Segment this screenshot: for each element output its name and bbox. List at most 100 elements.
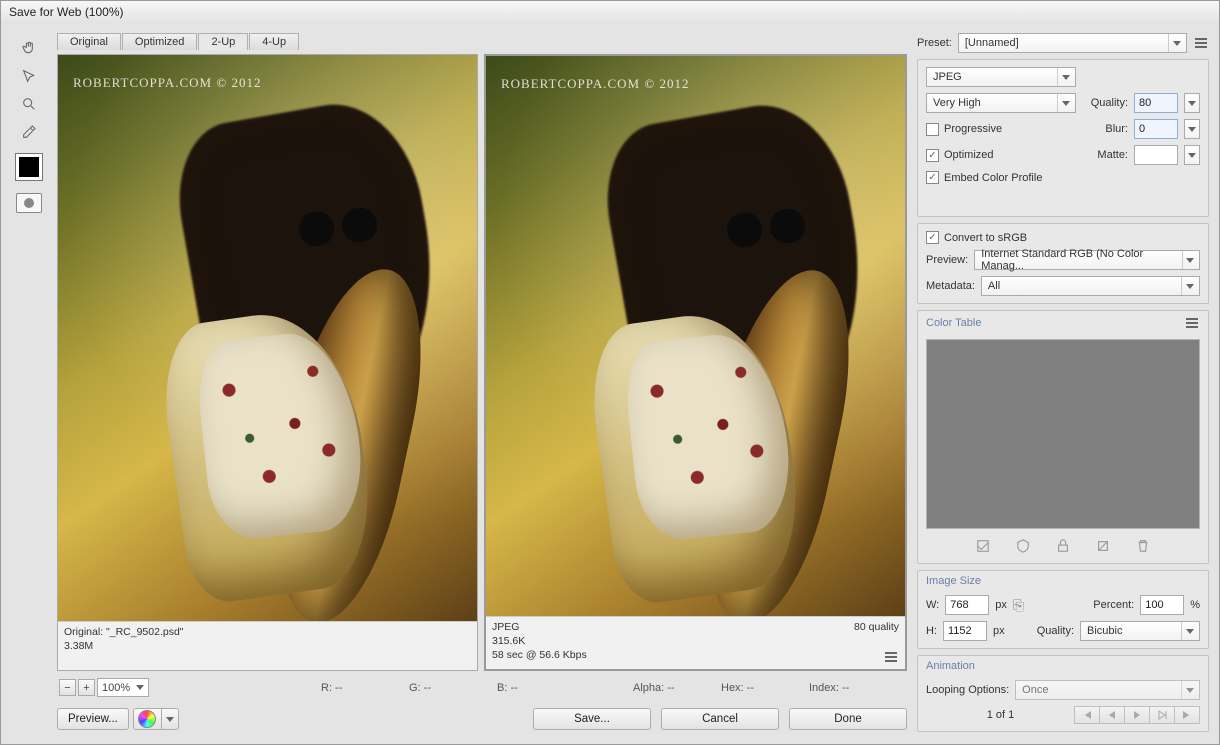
eyedropper-color-swatch[interactable] <box>15 153 43 181</box>
animation-nav <box>1075 706 1200 724</box>
save-for-web-dialog: Save for Web (100%) Original Optimized 2… <box>0 0 1220 745</box>
snap-web-icon[interactable] <box>976 539 990 556</box>
looping-dropdown[interactable]: Once <box>1015 680 1200 700</box>
matte-dropdown[interactable] <box>1184 145 1200 165</box>
preset-label: Preset: <box>917 37 952 49</box>
blur-input[interactable]: 0 <box>1134 119 1178 139</box>
matte-swatch[interactable] <box>1134 145 1178 165</box>
eyedropper-tool[interactable] <box>16 121 42 143</box>
preset-dropdown[interactable]: [Unnamed] <box>958 33 1187 53</box>
tab-original[interactable]: Original <box>57 33 121 50</box>
browser-select-dropdown[interactable] <box>161 708 179 730</box>
preview-dropdown[interactable]: Internet Standard RGB (No Color Manag... <box>974 250 1200 270</box>
color-table[interactable] <box>926 339 1200 529</box>
first-frame-button[interactable] <box>1074 706 1100 724</box>
looping-value: Once <box>1022 684 1048 696</box>
optimized-filesize: 315.6K <box>492 635 899 647</box>
play-button[interactable] <box>1124 706 1150 724</box>
progressive-checkbox[interactable]: Progressive <box>926 123 1002 136</box>
compression-quality-value: Very High <box>933 97 981 109</box>
height-input[interactable]: 1152 <box>943 621 987 641</box>
optimized-checkbox[interactable]: ✓Optimized <box>926 149 994 162</box>
width-unit: px <box>995 599 1007 611</box>
view-tabs: Original Optimized 2-Up 4-Up <box>57 33 907 50</box>
convert-srgb-checkbox[interactable]: ✓Convert to sRGB <box>926 231 1200 244</box>
tool-strip <box>11 33 47 734</box>
prev-frame-button[interactable] <box>1099 706 1125 724</box>
percent-unit: % <box>1190 599 1200 611</box>
preview-in-browser-button[interactable]: Preview... <box>57 708 129 730</box>
resample-quality-label: Quality: <box>1037 625 1074 637</box>
optimized-image[interactable]: ROBERTCOPPA.COM © 2012 <box>486 56 905 616</box>
quality-input[interactable]: 80 <box>1134 93 1178 113</box>
lock-color-icon[interactable] <box>1016 539 1030 556</box>
compression-quality-dropdown[interactable]: Very High <box>926 93 1076 113</box>
original-info: Original: "_RC_9502.psd" 3.38M <box>58 621 477 670</box>
delete-color-icon[interactable] <box>1136 539 1150 556</box>
zoom-in-button[interactable]: + <box>78 679 95 696</box>
new-color-icon[interactable] <box>1096 539 1110 556</box>
frame-counter: 1 of 1 <box>926 709 1075 721</box>
metadata-dropdown[interactable]: All <box>981 276 1200 296</box>
resample-value: Bicubic <box>1087 625 1122 637</box>
blur-stepper[interactable] <box>1184 119 1200 139</box>
slice-select-tool[interactable] <box>16 65 42 87</box>
status-alpha: Alpha: -- <box>633 682 703 694</box>
percent-input[interactable]: 100 <box>1140 595 1184 615</box>
height-label: H: <box>926 625 937 637</box>
tab-2up[interactable]: 2-Up <box>198 33 248 50</box>
tab-optimized[interactable]: Optimized <box>122 33 198 50</box>
file-format-dropdown[interactable]: JPEG <box>926 67 1076 87</box>
hand-tool[interactable] <box>16 37 42 59</box>
zoom-level-dropdown[interactable]: 100% <box>97 678 149 697</box>
optimized-label: Optimized <box>944 149 994 161</box>
status-b: B: -- <box>497 682 567 694</box>
cancel-button[interactable]: Cancel <box>661 708 779 730</box>
image-size-title: Image Size <box>926 575 981 587</box>
client-area: Original Optimized 2-Up 4-Up ROBERTCOPPA… <box>1 23 1219 744</box>
optimized-format: JPEG <box>492 621 519 633</box>
zoom-value: 100% <box>102 682 130 694</box>
next-frame-button[interactable] <box>1149 706 1175 724</box>
add-color-icon[interactable] <box>1056 539 1070 556</box>
optimized-info: JPEG 80 quality 315.6K 58 sec @ 56.6 Kbp… <box>486 616 905 669</box>
optimized-quality-readout: 80 quality <box>854 621 899 633</box>
quality-label: Quality: <box>1091 97 1128 109</box>
original-pane: ROBERTCOPPA.COM © 2012 Original: "_RC_95… <box>57 54 478 671</box>
original-filename: Original: "_RC_9502.psd" <box>64 626 471 638</box>
embed-color-profile-checkbox[interactable]: ✓Embed Color Profile <box>926 171 1042 184</box>
height-unit: px <box>993 625 1005 637</box>
toggle-slices-visibility[interactable] <box>16 193 42 213</box>
quality-stepper[interactable] <box>1184 93 1200 113</box>
optimized-download-time: 58 sec @ 56.6 Kbps <box>492 649 587 665</box>
zoom-out-button[interactable]: − <box>59 679 76 696</box>
width-label: W: <box>926 599 939 611</box>
status-bar: − + 100% R: -- G: -- B: -- Alpha: -- Hex… <box>57 675 907 700</box>
optimized-pane: ROBERTCOPPA.COM © 2012 JPEG 80 quality 3… <box>484 54 907 671</box>
file-format-value: JPEG <box>933 71 962 83</box>
footer-bar: Preview... Save... Cancel Done <box>57 704 907 734</box>
preview-stage: ROBERTCOPPA.COM © 2012 Original: "_RC_95… <box>57 54 907 671</box>
browser-icon[interactable] <box>133 708 161 730</box>
preset-value: [Unnamed] <box>965 37 1019 49</box>
tab-4up[interactable]: 4-Up <box>249 33 299 50</box>
status-r: R: -- <box>321 682 391 694</box>
constrain-proportions-icon[interactable]: ⎘ <box>1013 595 1024 615</box>
preview-label: Preview: <box>926 254 968 266</box>
save-button[interactable]: Save... <box>533 708 651 730</box>
last-frame-button[interactable] <box>1174 706 1200 724</box>
width-input[interactable]: 768 <box>945 595 989 615</box>
download-rate-menu[interactable] <box>883 649 899 665</box>
srgb-label: Convert to sRGB <box>944 232 1027 244</box>
resample-dropdown[interactable]: Bicubic <box>1080 621 1200 641</box>
window-title: Save for Web (100%) <box>1 1 1219 23</box>
color-table-title: Color Table <box>926 317 981 329</box>
original-filesize: 3.38M <box>64 640 471 652</box>
animation-title: Animation <box>926 660 975 672</box>
color-table-menu[interactable] <box>1184 315 1200 331</box>
preview-value: Internet Standard RGB (No Color Manag... <box>981 248 1181 272</box>
done-button[interactable]: Done <box>789 708 907 730</box>
zoom-tool[interactable] <box>16 93 42 115</box>
optimize-menu[interactable] <box>1193 35 1209 51</box>
original-image[interactable]: ROBERTCOPPA.COM © 2012 <box>58 55 477 621</box>
